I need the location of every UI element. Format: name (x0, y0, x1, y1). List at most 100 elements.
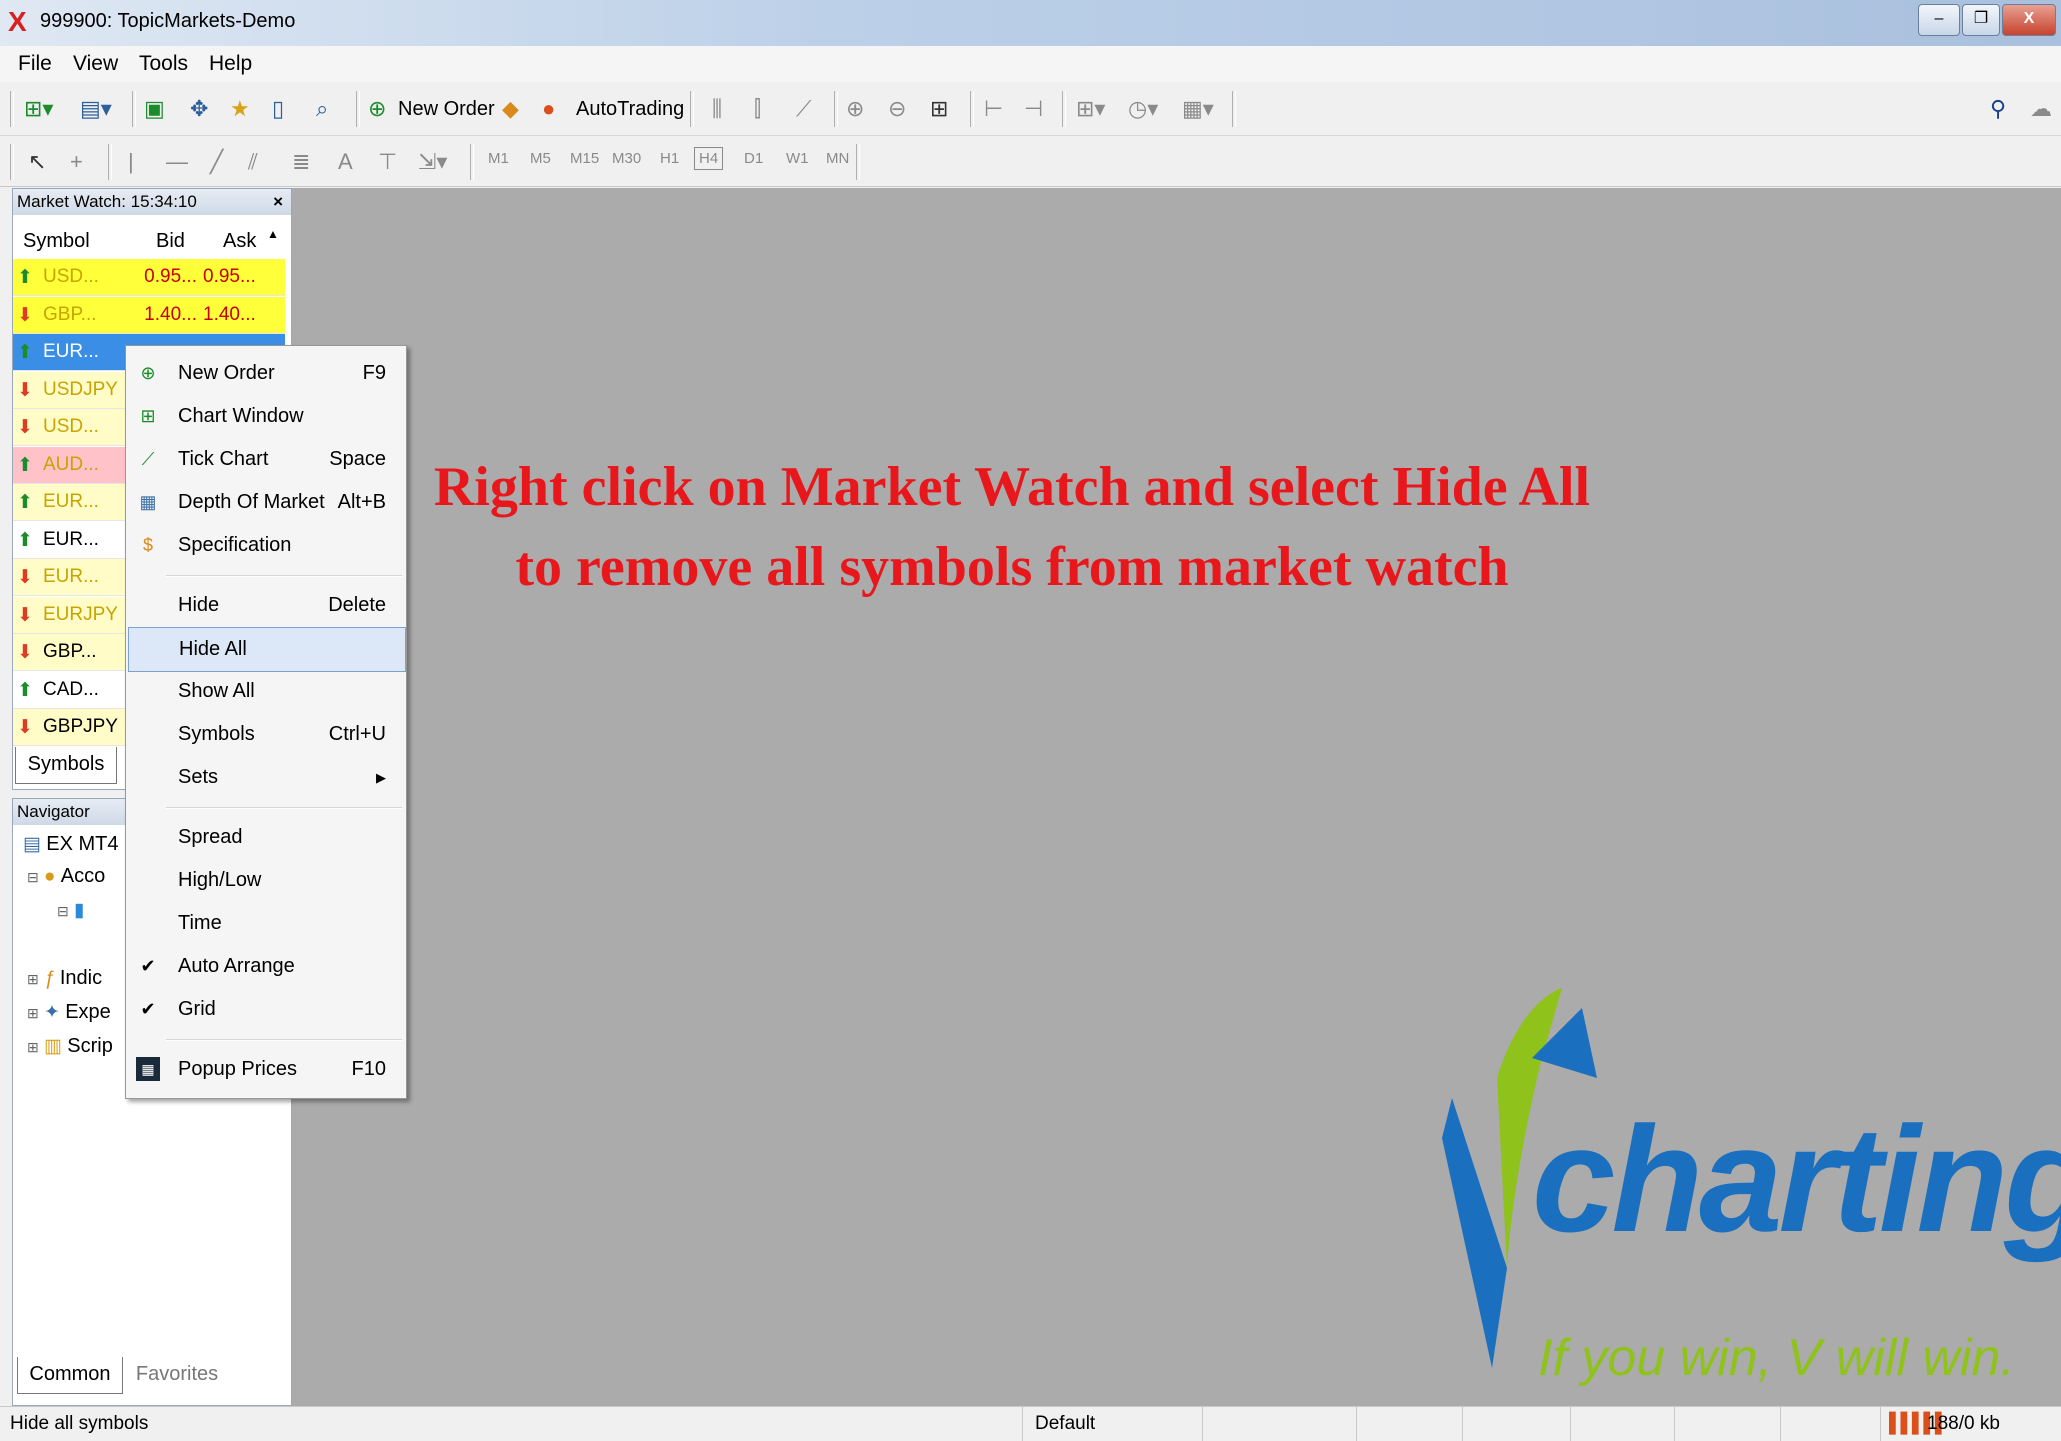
menu-item-depth-of-market[interactable]: ▦ Depth Of Market Alt+B (126, 481, 406, 524)
menu-item-grid[interactable]: ✔ Grid (126, 988, 406, 1031)
menu-file[interactable]: File (18, 52, 52, 76)
menu-item-tick-chart[interactable]: ⟋ Tick Chart Space (126, 438, 406, 481)
new-order-icon[interactable]: ⊕ (368, 95, 386, 123)
indicators-icon[interactable]: ⊞▾ (1076, 95, 1105, 123)
tf-h4[interactable]: H4 (694, 147, 724, 170)
navigator-icon[interactable]: ★ (230, 95, 250, 123)
arrow-down-icon: ⬇ (17, 604, 33, 626)
periods-clock-icon[interactable]: ◷▾ (1128, 95, 1158, 123)
table-row[interactable]: ⬇ GBP... 1.40... 1.40... (13, 296, 285, 334)
trendline-icon[interactable]: ╱ (210, 148, 223, 176)
search-icon[interactable]: ⚲ (1990, 95, 2006, 123)
menu-item-time[interactable]: Time (126, 902, 406, 945)
menu-item-popup-prices[interactable]: ▦ Popup Prices F10 (126, 1048, 406, 1091)
menu-item-new-order[interactable]: ⊕ New Order F9 (126, 352, 406, 395)
nav-experts[interactable]: ⊞ ✦ Expe (27, 1001, 111, 1024)
vertical-line-icon[interactable]: | (128, 148, 134, 176)
tf-m5[interactable]: M5 (530, 150, 551, 167)
arrow-up-icon: ⬆ (17, 492, 33, 513)
zoom-out-icon[interactable]: ⊖ (888, 95, 906, 123)
column-ask[interactable]: Ask (223, 230, 256, 253)
maximize-button[interactable]: ❐ (1962, 4, 2000, 36)
line-chart-icon[interactable]: ⟋ (796, 95, 811, 123)
menu-item-auto-arrange[interactable]: ✔ Auto Arrange (126, 945, 406, 988)
close-button[interactable]: X (2002, 4, 2056, 36)
menu-item-spread[interactable]: Spread (126, 816, 406, 859)
menu-item-sets[interactable]: Sets ▶ (126, 756, 406, 799)
logo-text: charting (1532, 1095, 2061, 1263)
data-window-icon[interactable]: ✥ (190, 95, 208, 123)
tf-d1[interactable]: D1 (744, 150, 763, 167)
arrows-icon[interactable]: ⇲▾ (418, 148, 447, 176)
text-label-icon[interactable]: ⊤ (378, 148, 397, 176)
arrow-up-icon: ⬆ (17, 454, 33, 476)
bar-chart-icon[interactable]: ⫼ (712, 95, 722, 123)
column-symbol[interactable]: Symbol (23, 230, 90, 253)
nav-indicators[interactable]: ⊞ ƒ Indic (27, 967, 102, 990)
symbol-cell: USDJPY (43, 378, 118, 400)
tf-m1[interactable]: M1 (488, 150, 509, 167)
new-chart-icon[interactable]: ⊞▾ (24, 95, 53, 123)
market-watch-icon[interactable]: ▣ (144, 95, 165, 123)
profiles-icon[interactable]: ▤▾ (80, 95, 112, 123)
symbol-cell: USD... (43, 416, 99, 437)
tile-windows-icon[interactable]: ⊞ (930, 95, 948, 123)
menu-separator (166, 807, 402, 809)
table-row[interactable]: ⬆ USD... 0.95... 0.95... (13, 259, 285, 296)
menu-view[interactable]: View (73, 52, 118, 76)
chart-shift-icon[interactable]: ⊣ (1024, 95, 1043, 123)
market-watch-close-button[interactable]: × (273, 189, 283, 215)
autotrading-icon[interactable]: ● (542, 95, 555, 123)
nav-account-item[interactable]: ⊟ ▮ (57, 899, 84, 922)
menu-item-hide[interactable]: Hide Delete (126, 584, 406, 627)
new-order-button[interactable]: New Order (398, 95, 495, 123)
autotrading-button[interactable]: AutoTrading (576, 95, 684, 123)
nav-accounts[interactable]: ⊟ ● Acco (27, 865, 105, 888)
tab-common[interactable]: Common (17, 1357, 123, 1394)
chat-icon[interactable]: ☁ (2030, 95, 2052, 123)
menu-item-chart-window[interactable]: ⊞ Chart Window (126, 395, 406, 438)
auto-scroll-icon[interactable]: ⊢ (984, 95, 1003, 123)
scroll-up-icon[interactable]: ▲ (267, 227, 279, 241)
channel-icon[interactable]: ⫽ (248, 148, 258, 176)
menu-bar: File View Tools Help (0, 46, 2061, 82)
zoom-in-icon[interactable]: ⊕ (846, 95, 864, 123)
menu-tools[interactable]: Tools (139, 52, 188, 76)
column-bid[interactable]: Bid (156, 230, 185, 253)
menu-item-show-all[interactable]: Show All (126, 670, 406, 713)
menu-help[interactable]: Help (209, 52, 252, 76)
symbol-cell: CAD... (43, 678, 99, 700)
strategy-tester-icon[interactable]: ⌕ (316, 95, 328, 123)
status-traffic-cell: ▌▌▌▌▌ 188/0 kb (1880, 1407, 2061, 1441)
horizontal-line-icon[interactable]: — (166, 148, 188, 176)
menu-item-hide-all[interactable]: Hide All (128, 627, 406, 672)
fibonacci-icon[interactable]: ≣ (292, 148, 310, 176)
menu-item-specification[interactable]: $ Specification (126, 524, 406, 567)
menu-item-symbols[interactable]: Symbols Ctrl+U (126, 713, 406, 756)
menu-item-high-low[interactable]: High/Low (126, 859, 406, 902)
nav-scripts[interactable]: ⊞ ▥ Scrip (27, 1035, 113, 1058)
specification-icon: $ (142, 535, 153, 555)
cursor-icon[interactable]: ↖ (28, 148, 46, 176)
status-profile-cell: Default (1022, 1407, 1203, 1441)
tf-mn[interactable]: MN (826, 150, 849, 167)
tab-favorites[interactable]: Favorites (125, 1357, 229, 1393)
market-watch-title: Market Watch: 15:34:10 × (13, 189, 291, 215)
text-tool[interactable]: A (338, 148, 353, 176)
tf-w1[interactable]: W1 (786, 150, 809, 167)
candlestick-icon[interactable]: ⫿ (754, 95, 761, 123)
tf-m15[interactable]: M15 (570, 150, 599, 167)
tab-symbols[interactable]: Symbols (15, 747, 117, 784)
tf-m30[interactable]: M30 (612, 150, 641, 167)
terminal-icon[interactable]: ▯ (272, 95, 284, 123)
nav-root[interactable]: ▤ EX MT4 (23, 833, 118, 856)
arrow-up-icon: ⬆ (17, 529, 33, 551)
symbol-cell: USD... (43, 266, 99, 287)
chart-area[interactable]: charting If you win, V will win. (292, 188, 2061, 1406)
metaeditor-icon[interactable]: ◆ (502, 95, 519, 123)
crosshair-icon[interactable]: + (70, 148, 83, 176)
minimize-button[interactable]: – (1918, 4, 1960, 36)
tf-h1[interactable]: H1 (660, 150, 679, 167)
templates-icon[interactable]: ▦▾ (1182, 95, 1214, 123)
menu-separator (166, 575, 402, 577)
